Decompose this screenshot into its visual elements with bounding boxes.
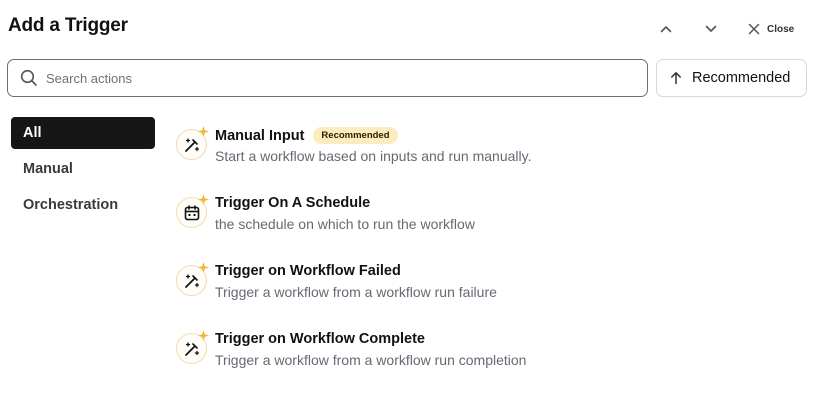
sparkle-icon bbox=[198, 330, 209, 341]
recommended-badge: Recommended bbox=[313, 127, 398, 144]
trigger-icon bbox=[176, 262, 209, 296]
trigger-title-text: Manual Input bbox=[215, 127, 305, 144]
magic-wand-icon bbox=[184, 273, 199, 288]
trigger-icon bbox=[176, 126, 209, 160]
next-button[interactable] bbox=[700, 18, 722, 40]
page-title: Add a Trigger bbox=[8, 15, 128, 36]
previous-button[interactable] bbox=[655, 18, 677, 40]
trigger-title-text: Trigger on Workflow Failed bbox=[215, 263, 401, 279]
sparkle-icon bbox=[198, 194, 209, 205]
sort-recommended-button[interactable]: Recommended bbox=[656, 59, 807, 97]
sidebar-item-manual[interactable]: Manual bbox=[11, 153, 155, 185]
sparkle-icon bbox=[198, 262, 209, 273]
sparkle-icon bbox=[198, 126, 209, 137]
trigger-icon bbox=[176, 330, 209, 364]
trigger-description: Trigger a workflow from a workflow run c… bbox=[215, 352, 527, 368]
chevron-up-icon bbox=[660, 26, 672, 33]
trigger-title-text: Trigger On A Schedule bbox=[215, 195, 371, 211]
trigger-title: Trigger on Workflow Complete bbox=[215, 331, 425, 347]
trigger-title: Trigger on Workflow Failed bbox=[215, 263, 401, 279]
search-box[interactable] bbox=[7, 59, 648, 97]
trigger-icon bbox=[176, 194, 209, 228]
trigger-item-workflow-complete[interactable]: Trigger on Workflow Complete Trigger a w… bbox=[176, 330, 796, 398]
sort-label: Recommended bbox=[692, 70, 791, 86]
close-label: Close bbox=[767, 23, 795, 35]
trigger-title-text: Trigger on Workflow Complete bbox=[215, 331, 425, 347]
trigger-title: Manual Input Recommended bbox=[215, 127, 398, 144]
sidebar-item-all[interactable]: All bbox=[11, 117, 155, 149]
trigger-description: Start a workflow based on inputs and run… bbox=[215, 148, 532, 164]
search-icon bbox=[20, 69, 37, 86]
close-icon bbox=[748, 23, 760, 35]
magic-wand-icon bbox=[184, 341, 199, 356]
search-input[interactable] bbox=[46, 70, 606, 86]
trigger-description: the schedule on which to run the workflo… bbox=[215, 216, 475, 232]
trigger-list: Manual Input Recommended Start a workflo… bbox=[176, 126, 796, 398]
trigger-item-schedule[interactable]: Trigger On A Schedule the schedule on wh… bbox=[176, 194, 796, 262]
trigger-item-workflow-failed[interactable]: Trigger on Workflow Failed Trigger a wor… bbox=[176, 262, 796, 330]
trigger-item-manual-input[interactable]: Manual Input Recommended Start a workflo… bbox=[176, 126, 796, 194]
trigger-description: Trigger a workflow from a workflow run f… bbox=[215, 284, 497, 300]
sidebar-item-orchestration[interactable]: Orchestration bbox=[11, 189, 155, 221]
arrow-up-icon bbox=[671, 72, 681, 85]
chevron-down-icon bbox=[705, 25, 717, 32]
magic-wand-icon bbox=[184, 137, 199, 152]
category-sidebar: All Manual Orchestration bbox=[11, 117, 155, 225]
close-button[interactable]: Close bbox=[748, 19, 794, 39]
trigger-title: Trigger On A Schedule bbox=[215, 195, 370, 211]
calendar-icon bbox=[184, 204, 199, 220]
